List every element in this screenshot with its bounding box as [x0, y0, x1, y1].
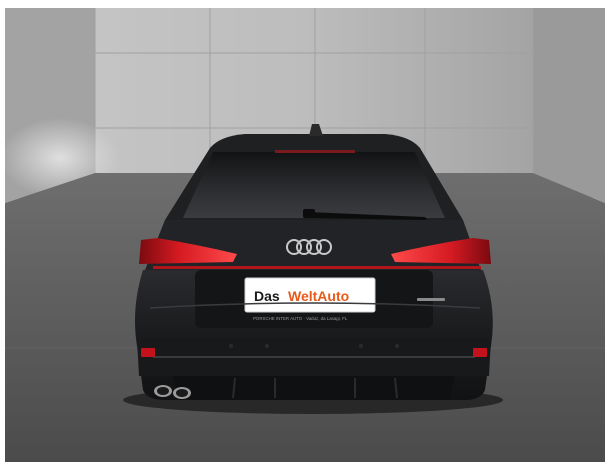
plate-word-das: Das [254, 288, 280, 304]
car-photo: Das WeltAuto PORSCHE INTER AUTO · Vaduz,… [5, 8, 605, 462]
right-wall [533, 8, 605, 203]
wiper-pivot [303, 209, 315, 218]
light-bar [153, 266, 481, 269]
car-rear-view-image: Das WeltAuto PORSCHE INTER AUTO · Vaduz,… [5, 8, 605, 462]
right-reflector [473, 348, 487, 357]
left-reflector [141, 348, 155, 357]
dealer-line: PORSCHE INTER AUTO · Vaduz, da Lasagi, F… [253, 316, 348, 321]
plate-word-weltauto: WeltAuto [288, 288, 349, 304]
rear-diffuser [173, 376, 455, 400]
license-plate: Das WeltAuto [244, 277, 376, 313]
model-badge [417, 298, 445, 301]
rear-window [183, 152, 445, 218]
bumper-trim [153, 356, 475, 358]
third-brake-light [275, 150, 355, 153]
